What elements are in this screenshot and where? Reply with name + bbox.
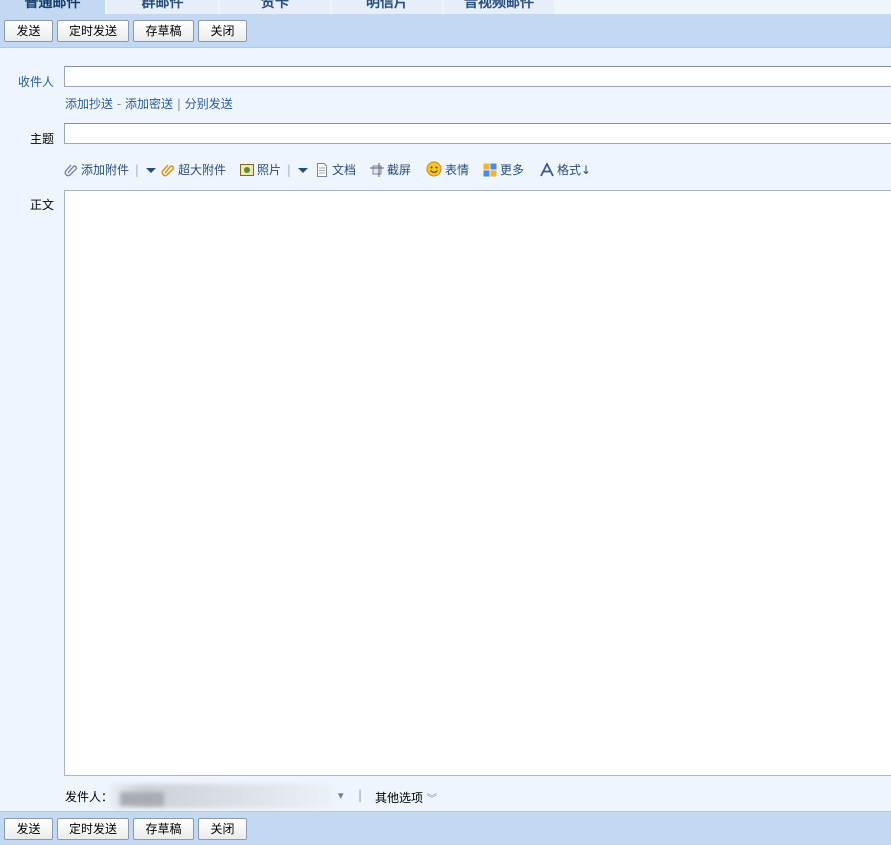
photo-tool[interactable]: 照片 | <box>240 160 308 180</box>
separate-send-link[interactable]: 分别发送 <box>185 97 233 111</box>
large-attachment-icon <box>161 163 175 177</box>
large-attachment-tool[interactable]: 超大附件 <box>161 160 226 180</box>
screenshot-tool[interactable]: 截屏 <box>370 160 411 180</box>
send-button[interactable]: 发送 <box>4 20 53 42</box>
tab-postcard[interactable]: 明信片 <box>332 0 442 14</box>
tab-greeting-card[interactable]: 贺卡 <box>220 0 330 14</box>
add-bcc-link[interactable]: 添加密送 <box>125 97 173 111</box>
document-tool[interactable]: 文档 <box>315 160 356 180</box>
more-tool[interactable]: 更多 <box>483 160 524 180</box>
subject-input[interactable] <box>64 123 891 144</box>
subject-label: 主题 <box>29 132 54 146</box>
sender-row: 发件人： <box>65 789 113 805</box>
scheduled-send-button[interactable]: 定时发送 <box>57 818 129 840</box>
to-label[interactable]: 收件人 <box>0 73 54 90</box>
chevron-down-icon[interactable] <box>297 168 308 173</box>
chevron-down-icon[interactable] <box>145 168 156 173</box>
recipient-options: 添加抄送 - 添加密送 | 分别发送 <box>65 95 233 112</box>
link-separator: | <box>176 97 181 111</box>
format-a-icon <box>540 161 554 177</box>
mail-type-tabs: 普通邮件 群邮件 贺卡 明信片 音视频邮件 <box>0 0 891 14</box>
sender-label: 发件人： <box>65 790 114 804</box>
smiley-icon <box>426 161 442 177</box>
screenshot-icon <box>370 163 384 177</box>
scheduled-send-button[interactable]: 定时发送 <box>57 20 129 42</box>
bottom-toolbar: 发送 定时发送 存草稿 关闭 <box>0 811 891 845</box>
paperclip-icon <box>64 163 78 177</box>
other-options-link[interactable]: 其他选项 ︾ <box>375 789 437 806</box>
sender-dropdown-icon[interactable]: ▾ <box>338 789 344 802</box>
emoji-tool[interactable]: 表情 <box>426 160 469 180</box>
close-button[interactable]: 关闭 <box>198 20 247 42</box>
sender-redacted-dark <box>120 792 164 806</box>
send-button[interactable]: 发送 <box>4 818 53 840</box>
more-grid-icon <box>483 163 497 177</box>
add-attachment-tool[interactable]: 添加附件 | <box>64 160 156 180</box>
tab-av-mail[interactable]: 音视频邮件 <box>444 0 554 14</box>
tab-group-mail[interactable]: 群邮件 <box>107 0 218 14</box>
to-input[interactable] <box>64 66 891 87</box>
photo-icon <box>240 163 254 177</box>
tab-normal-mail[interactable]: 普通邮件 <box>0 0 105 14</box>
attachment-toolbar: 添加附件 | 超大附件 照片 | 文档 截屏 表情 更多 格式↓ <box>64 160 884 180</box>
close-button[interactable]: 关闭 <box>198 818 247 840</box>
double-chevron-down-icon: ︾ <box>426 794 437 805</box>
top-toolbar: 发送 定时发送 存草稿 关闭 <box>0 14 891 48</box>
format-tool[interactable]: 格式↓ <box>540 160 591 180</box>
body-label: 正文 <box>29 198 54 212</box>
footer-separator: | <box>358 788 363 802</box>
add-cc-link[interactable]: 添加抄送 <box>65 97 113 111</box>
save-draft-button[interactable]: 存草稿 <box>133 818 194 840</box>
link-separator: - <box>116 97 122 111</box>
body-editor[interactable] <box>64 190 891 776</box>
save-draft-button[interactable]: 存草稿 <box>133 20 194 42</box>
document-icon <box>315 163 329 177</box>
